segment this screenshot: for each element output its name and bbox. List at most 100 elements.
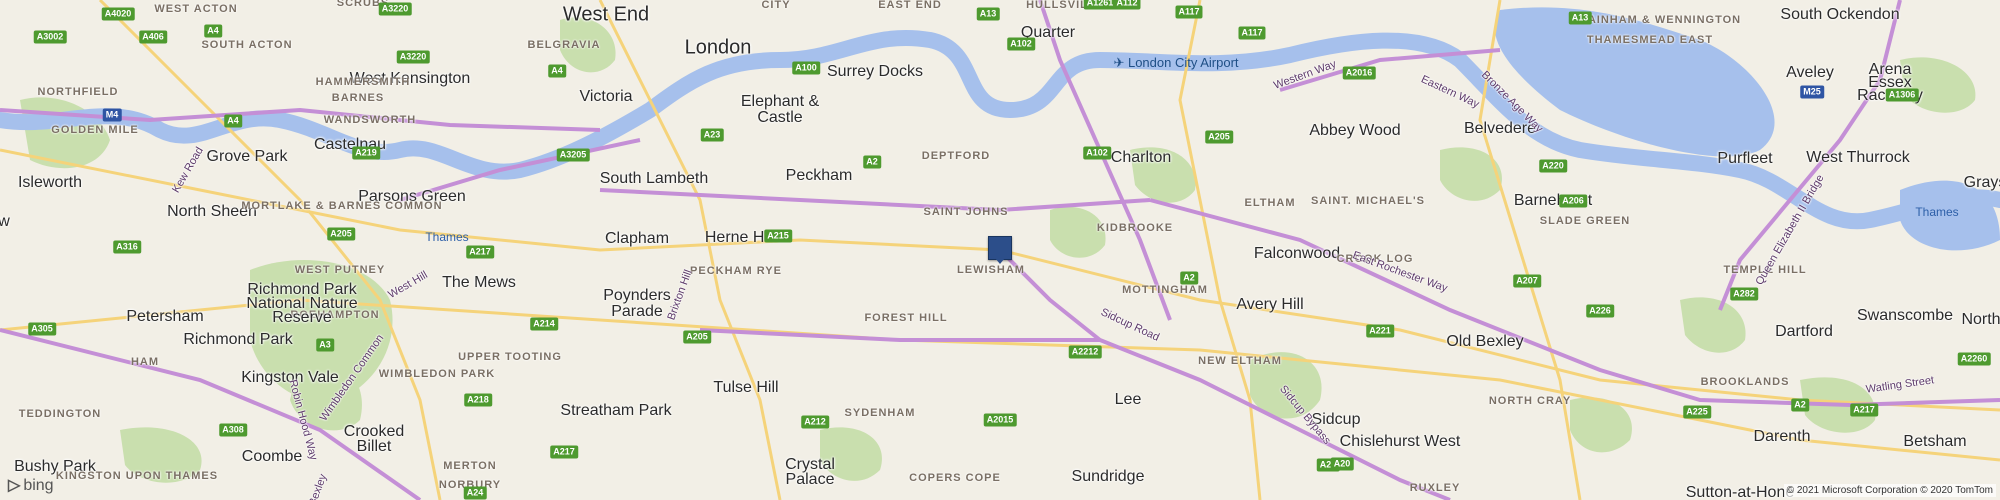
place-label: Billet <box>356 438 392 455</box>
place-label: w <box>0 213 10 230</box>
district-label: West Acton <box>154 3 238 15</box>
place-label: Clapham <box>604 230 670 247</box>
place-label: Surrey Docks <box>826 63 924 80</box>
district-label: Mottingham <box>1122 284 1208 296</box>
place-label: Isleworth <box>17 174 83 191</box>
road-shield: A2212 <box>1068 345 1102 359</box>
road-shield: A219 <box>352 146 380 160</box>
bing-logo-text: bing <box>23 477 54 494</box>
location-pin-icon[interactable] <box>988 236 1012 264</box>
road-shield: A220 <box>1539 159 1567 173</box>
district-label: South Acton <box>201 39 293 51</box>
road-shield: A102 <box>1083 146 1111 160</box>
district-label: Rainham & Wennington <box>1578 14 1742 26</box>
airport-name: London City Airport <box>1127 55 1239 70</box>
road-shield: A117 <box>1175 5 1203 19</box>
place-label: Abbey Wood <box>1309 122 1401 139</box>
place-label: Northfl <box>1961 311 2000 328</box>
road-shield: A2016 <box>1342 66 1376 80</box>
road-shield: A3220 <box>378 2 412 16</box>
road-shield: A205 <box>683 330 711 344</box>
district-label: Deptford <box>921 150 991 162</box>
place-label: Lee <box>1114 391 1142 408</box>
district-label: North Cray <box>1488 395 1572 407</box>
road-shield: A112 <box>1113 0 1141 10</box>
district-label: Kingston Upon Thames <box>55 470 219 482</box>
map-canvas[interactable]: West End London Victoria West Kensington Ele… <box>0 0 2000 500</box>
road-shield: A2 <box>1180 271 1198 285</box>
place-label: South Lambeth <box>599 170 709 187</box>
road-shield: A3 <box>316 338 334 352</box>
road-shield: A1306 <box>1885 88 1919 102</box>
road-shield: A214 <box>530 317 558 331</box>
district-label: Hammersmith <box>315 76 411 88</box>
place-label: Victoria <box>579 88 633 105</box>
road-shield: A2 <box>863 155 881 169</box>
district-label: Copers Cope <box>909 472 1001 484</box>
road-shield: A217 <box>466 245 494 259</box>
district-label: Belgravia <box>527 39 601 51</box>
district-label: Barnes <box>331 92 385 104</box>
place-label: Betsham <box>1903 433 1967 450</box>
district-label: Eltham <box>1244 197 1296 209</box>
district-label: Saint Johns <box>923 206 1009 218</box>
road-shield: A117 <box>1238 26 1266 40</box>
road-shield: A2015 <box>983 413 1017 427</box>
road-shield: M25 <box>1800 85 1824 99</box>
district-label: Northfield <box>37 86 119 98</box>
place-label: Dartford <box>1775 323 1833 340</box>
district-label: Golden Mile <box>51 124 139 136</box>
district-label: City <box>761 0 791 11</box>
road-shield: A3205 <box>556 148 590 162</box>
place-label: Palace <box>785 471 835 488</box>
place-label: Avery Hill <box>1236 296 1304 313</box>
road-shield: A217 <box>550 445 578 459</box>
district-label: Saint. Michael's <box>1311 195 1425 207</box>
road-shield: A308 <box>219 423 247 437</box>
district-label: West Putney <box>294 264 386 276</box>
place-label: Coombe <box>241 448 303 465</box>
place-label: Old Bexley <box>1446 333 1524 350</box>
road-shield: A282 <box>1730 287 1758 301</box>
road-shield: A3220 <box>396 50 430 64</box>
place-label: Grove Park <box>206 148 288 165</box>
place-label: West Thurrock <box>1806 149 1910 166</box>
bing-logo[interactable]: ▷ bing <box>8 475 54 495</box>
place-label: The Mews <box>442 274 516 291</box>
place-label: South Ockendon <box>1780 6 1900 23</box>
place-label: Swanscombe <box>1856 307 1954 324</box>
place-label: Chislehurst West <box>1339 433 1461 450</box>
district-label: Kidbrooke <box>1096 222 1174 234</box>
water-label: Thames <box>425 230 469 244</box>
road-shield: A215 <box>764 229 792 243</box>
place-label: West End <box>562 3 650 26</box>
place-label: Peckham <box>785 167 853 184</box>
district-label: Forest Hill <box>864 312 948 324</box>
road-shield: A100 <box>792 61 820 75</box>
airport-label[interactable]: ✈ London City Airport <box>1113 55 1238 71</box>
road-shield: A1261 <box>1083 0 1117 10</box>
road-shield: A212 <box>801 415 829 429</box>
district-label: Wimbledon Park <box>378 368 496 380</box>
road-shield: A207 <box>1513 274 1541 288</box>
road-shield: A226 <box>1586 304 1614 318</box>
place-label: Castle <box>757 109 803 126</box>
road-shield: A4 <box>548 64 566 78</box>
road-shield: A406 <box>139 30 167 44</box>
road-shield: A305 <box>28 322 56 336</box>
road-shield: A2 <box>1791 398 1809 412</box>
place-label: Streatham Park <box>560 402 672 419</box>
road-shield: A4 <box>224 114 242 128</box>
district-label: Upper Tooting <box>458 351 562 363</box>
district-label: Wandsworth <box>323 114 417 126</box>
road-shield: A218 <box>464 393 492 407</box>
road-shield: A316 <box>113 240 141 254</box>
district-label: Lewisham <box>957 264 1025 276</box>
district-label: Slade Green <box>1539 215 1631 227</box>
district-label: Sydenham <box>844 407 916 419</box>
park-label: Richmond Park <box>183 331 293 348</box>
road-shield: A225 <box>1683 405 1711 419</box>
road-shield: A2260 <box>1957 352 1991 366</box>
road-shield: A205 <box>1205 130 1233 144</box>
district-label: Mortlake & Barnes Common <box>241 200 443 212</box>
